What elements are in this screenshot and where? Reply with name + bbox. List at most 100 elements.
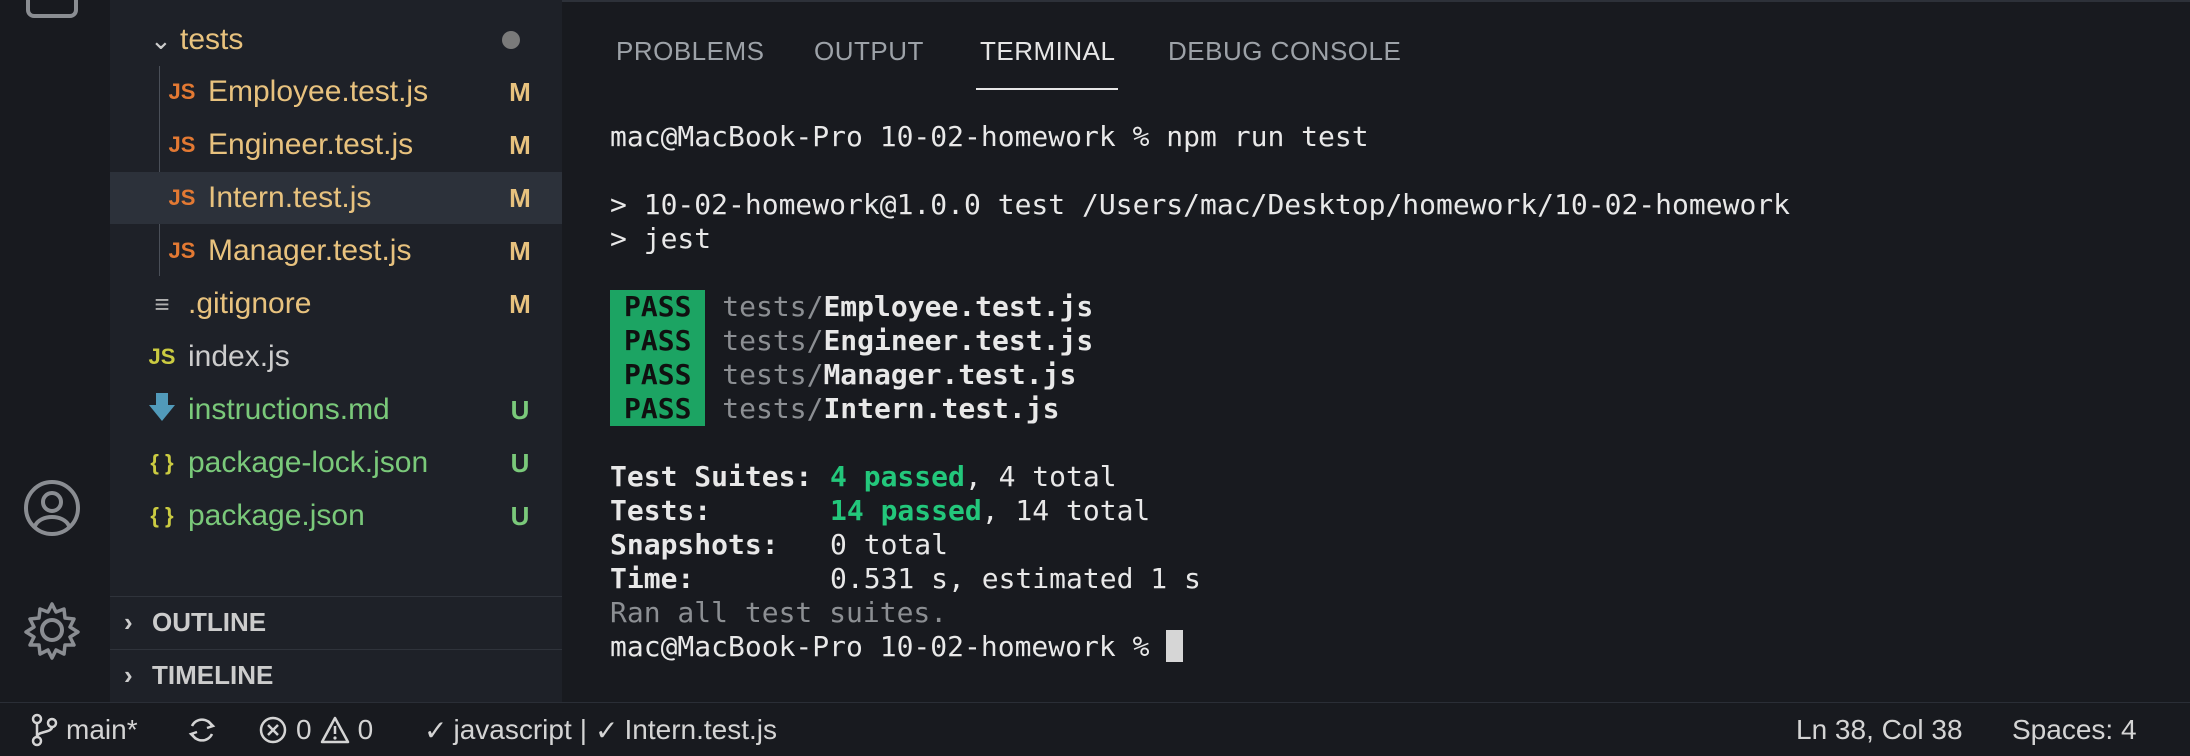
terminal-cursor: [1166, 630, 1184, 662]
json-file-icon: { }: [150, 503, 174, 528]
sync-button[interactable]: [186, 703, 226, 756]
explorer-sidebar: ⌄ tests JS Employee.test.js M JS Enginee…: [110, 0, 562, 702]
pass-line: PASS tests/Employee.test.js: [610, 290, 1093, 324]
chevron-down-icon: ⌄: [150, 24, 172, 55]
explorer-icon[interactable]: [20, 0, 84, 30]
error-icon: [259, 716, 287, 744]
prompt: mac@MacBook-Pro 10-02-homework %: [610, 120, 1167, 153]
outline-section-header[interactable]: › OUTLINE: [110, 596, 562, 648]
file-label: .gitignore: [188, 287, 312, 320]
test-file: Engineer.test.js: [823, 324, 1094, 357]
file-employee-test[interactable]: JS Employee.test.js M: [110, 66, 562, 118]
file-label: Employee.test.js: [208, 75, 429, 108]
js-file-icon: JS: [168, 238, 196, 263]
branch-indicator[interactable]: main*: [30, 703, 138, 756]
file-label: package.json: [188, 499, 365, 532]
git-status-badge: U: [510, 500, 530, 531]
test-file: Intern.test.js: [823, 392, 1060, 425]
error-count: 0: [296, 714, 312, 745]
chevron-right-icon: ›: [124, 607, 133, 637]
file-package-lock-json[interactable]: { } package-lock.json U: [110, 437, 562, 489]
suites-summary: Test Suites: 4 passed, 4 total: [610, 460, 1117, 494]
dir-prefix: tests/: [722, 392, 824, 425]
activity-bar: [0, 0, 110, 702]
test-file: Employee.test.js: [823, 290, 1094, 323]
outline-label: OUTLINE: [152, 607, 267, 637]
suites-passed: 4 passed: [830, 460, 965, 493]
status-bar: main* 0 0 ✓ javascript | ✓ Intern.test.j…: [0, 702, 2190, 756]
git-branch-icon: [31, 713, 58, 747]
js-file-icon: JS: [168, 132, 196, 157]
gear-icon[interactable]: [20, 598, 84, 662]
panel-tabs: PROBLEMS OUTPUT TERMINAL DEBUG CONSOLE: [562, 2, 2190, 94]
js-file-icon: JS: [168, 185, 196, 210]
tests-summary: Tests: 14 passed, 14 total: [610, 494, 1150, 528]
file-label: index.js: [188, 340, 290, 373]
pass-badge: PASS: [610, 392, 706, 426]
tests-passed: 14 passed: [830, 494, 982, 527]
dir-prefix: tests/: [722, 358, 824, 391]
bottom-panel: PROBLEMS OUTPUT TERMINAL DEBUG CONSOLE m…: [562, 0, 2190, 702]
file-engineer-test[interactable]: JS Engineer.test.js M: [110, 119, 562, 171]
terminal-command-line: mac@MacBook-Pro 10-02-homework % npm run…: [610, 120, 1369, 154]
file-check-label: Intern.test.js: [624, 714, 777, 745]
indentation-setting[interactable]: Spaces: 4: [2012, 703, 2137, 756]
eslint-status[interactable]: ✓ javascript | ✓ Intern.test.js: [424, 703, 777, 756]
json-file-icon: { }: [150, 450, 174, 475]
tab-debug-console[interactable]: DEBUG CONSOLE: [1168, 36, 1401, 67]
pass-badge: PASS: [610, 290, 706, 324]
file-package-json[interactable]: { } package.json U: [110, 490, 562, 542]
prompt: mac@MacBook-Pro 10-02-homework %: [610, 630, 1167, 663]
problems-indicator[interactable]: 0 0: [258, 703, 373, 756]
warning-icon: [320, 716, 349, 744]
folder-tests[interactable]: ⌄ tests: [110, 14, 562, 66]
file-intern-test[interactable]: JS Intern.test.js M: [110, 172, 562, 224]
folder-label: tests: [180, 23, 244, 56]
file-instructions-md[interactable]: instructions.md U: [110, 384, 562, 436]
tests-label: Tests:: [610, 494, 712, 527]
terminal-output[interactable]: mac@MacBook-Pro 10-02-homework % npm run…: [610, 120, 1790, 732]
time-value: 0.531 s, estimated 1 s: [830, 562, 1201, 595]
js-file-icon: JS: [168, 79, 196, 104]
tab-output[interactable]: OUTPUT: [814, 36, 924, 67]
check-icon: ✓: [595, 714, 619, 746]
warning-count: 0: [357, 714, 374, 745]
pass-badge: PASS: [610, 358, 706, 392]
lines-icon: ≡: [154, 288, 170, 319]
snapshots-summary: Snapshots: 0 total: [610, 528, 948, 562]
time-label: Time:: [610, 562, 695, 595]
tab-terminal[interactable]: TERMINAL: [980, 36, 1115, 67]
suites-label: Test Suites:: [610, 460, 813, 493]
file-index-js[interactable]: JS index.js: [110, 331, 562, 383]
test-file: Manager.test.js: [823, 358, 1077, 391]
dir-prefix: tests/: [722, 290, 824, 323]
check-icon: ✓: [424, 714, 448, 746]
snapshots-label: Snapshots:: [610, 528, 779, 561]
timeline-section-header[interactable]: › TIMELINE: [110, 649, 562, 701]
file-label: Engineer.test.js: [208, 128, 414, 161]
dir-prefix: tests/: [722, 324, 824, 357]
separator: |: [579, 714, 588, 745]
download-arrow-icon: [142, 393, 182, 427]
git-status-badge: M: [509, 129, 531, 160]
tab-problems[interactable]: PROBLEMS: [616, 36, 765, 67]
script-line: > 10-02-homework@1.0.0 test /Users/mac/D…: [610, 188, 1791, 221]
file-gitignore[interactable]: ≡ .gitignore M: [110, 278, 562, 330]
git-status-badge: U: [510, 394, 530, 425]
modified-dot-icon: [502, 31, 520, 49]
suites-total: , 4 total: [964, 460, 1117, 493]
jest-line: > jest: [610, 222, 712, 255]
file-label: instructions.md: [188, 393, 390, 426]
pass-line: PASS tests/Intern.test.js: [610, 392, 1059, 426]
language-label: javascript: [453, 714, 572, 745]
chevron-right-icon: ›: [124, 660, 133, 690]
pass-line: PASS tests/Manager.test.js: [610, 358, 1076, 392]
file-label: Manager.test.js: [208, 234, 412, 267]
git-status-badge: M: [509, 235, 531, 266]
file-manager-test[interactable]: JS Manager.test.js M: [110, 225, 562, 277]
cursor-position[interactable]: Ln 38, Col 38: [1796, 703, 1963, 756]
ran-all-line: Ran all test suites.: [610, 596, 948, 629]
account-icon[interactable]: [20, 476, 84, 540]
file-label: package-lock.json: [188, 446, 429, 479]
tests-total: , 14 total: [981, 494, 1151, 527]
